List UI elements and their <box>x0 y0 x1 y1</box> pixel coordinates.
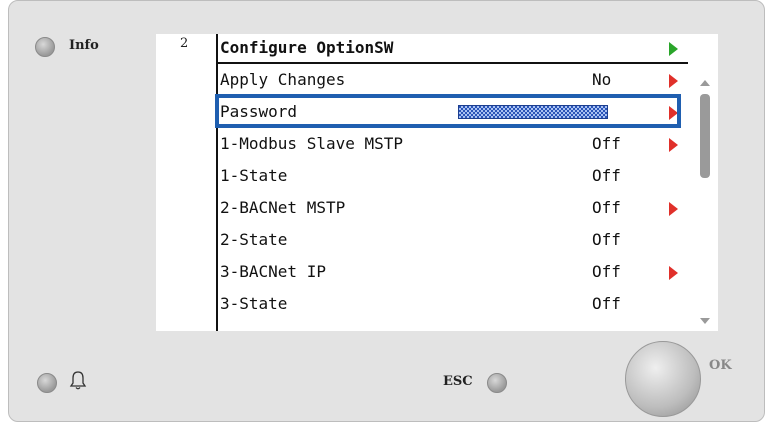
menu-row-bacnet-mstp[interactable]: 2-BACNet MSTP Off <box>218 192 688 224</box>
menu-row-apply-changes[interactable]: Apply Changes No <box>218 64 688 96</box>
controller-panel: Info 2 Configure OptionSW Apply Changes … <box>8 0 765 422</box>
ok-knob[interactable] <box>625 341 701 417</box>
scroll-up-icon[interactable] <box>700 80 710 86</box>
menu-row-modbus-slave-mstp[interactable]: 1-Modbus Slave MSTP Off <box>218 128 688 160</box>
row-label: 3-State <box>220 294 288 313</box>
row-label: 2-BACNet MSTP <box>220 198 346 217</box>
row-arrow-icon <box>669 202 678 216</box>
menu-row-1-state[interactable]: 1-State Off <box>218 160 688 192</box>
menu-title-row[interactable]: Configure OptionSW <box>218 34 688 64</box>
menu-row-2-state[interactable]: 2-State Off <box>218 224 688 256</box>
alarm-button[interactable] <box>37 373 57 393</box>
scrollbar-thumb[interactable] <box>700 94 710 178</box>
row-value: Off <box>592 166 621 185</box>
display-screen: 2 Configure OptionSW Apply Changes No Pa… <box>156 34 718 331</box>
row-value: Off <box>592 262 621 281</box>
row-value: Off <box>592 230 621 249</box>
row-arrow-icon <box>669 266 678 280</box>
page-number: 2 <box>180 36 189 51</box>
title-arrow-icon <box>669 42 678 56</box>
row-label: 2-State <box>220 230 288 249</box>
row-value: Off <box>592 198 621 217</box>
row-value: Off <box>592 294 621 313</box>
scroll-down-icon[interactable] <box>700 318 710 324</box>
row-label: 3-BACNet IP <box>220 262 326 281</box>
menu-row-bacnet-ip[interactable]: 3-BACNet IP Off <box>218 256 688 288</box>
info-label: Info <box>69 38 99 53</box>
ok-label: OK <box>709 358 732 373</box>
row-label: 1-Modbus Slave MSTP <box>220 134 404 153</box>
row-arrow-icon <box>669 138 678 152</box>
esc-button[interactable] <box>487 373 507 393</box>
menu-title: Configure OptionSW <box>220 38 394 57</box>
row-label: Apply Changes <box>220 70 346 89</box>
row-value: Off <box>592 134 621 153</box>
selection-highlight <box>215 94 681 128</box>
row-label: 1-State <box>220 166 288 185</box>
row-value: No <box>592 70 612 89</box>
esc-label: ESC <box>443 374 473 389</box>
bell-icon <box>69 371 87 390</box>
row-arrow-icon <box>669 74 678 88</box>
scrollbar[interactable] <box>700 80 712 326</box>
info-button[interactable] <box>35 37 55 57</box>
menu-row-3-state[interactable]: 3-State Off <box>218 288 688 320</box>
